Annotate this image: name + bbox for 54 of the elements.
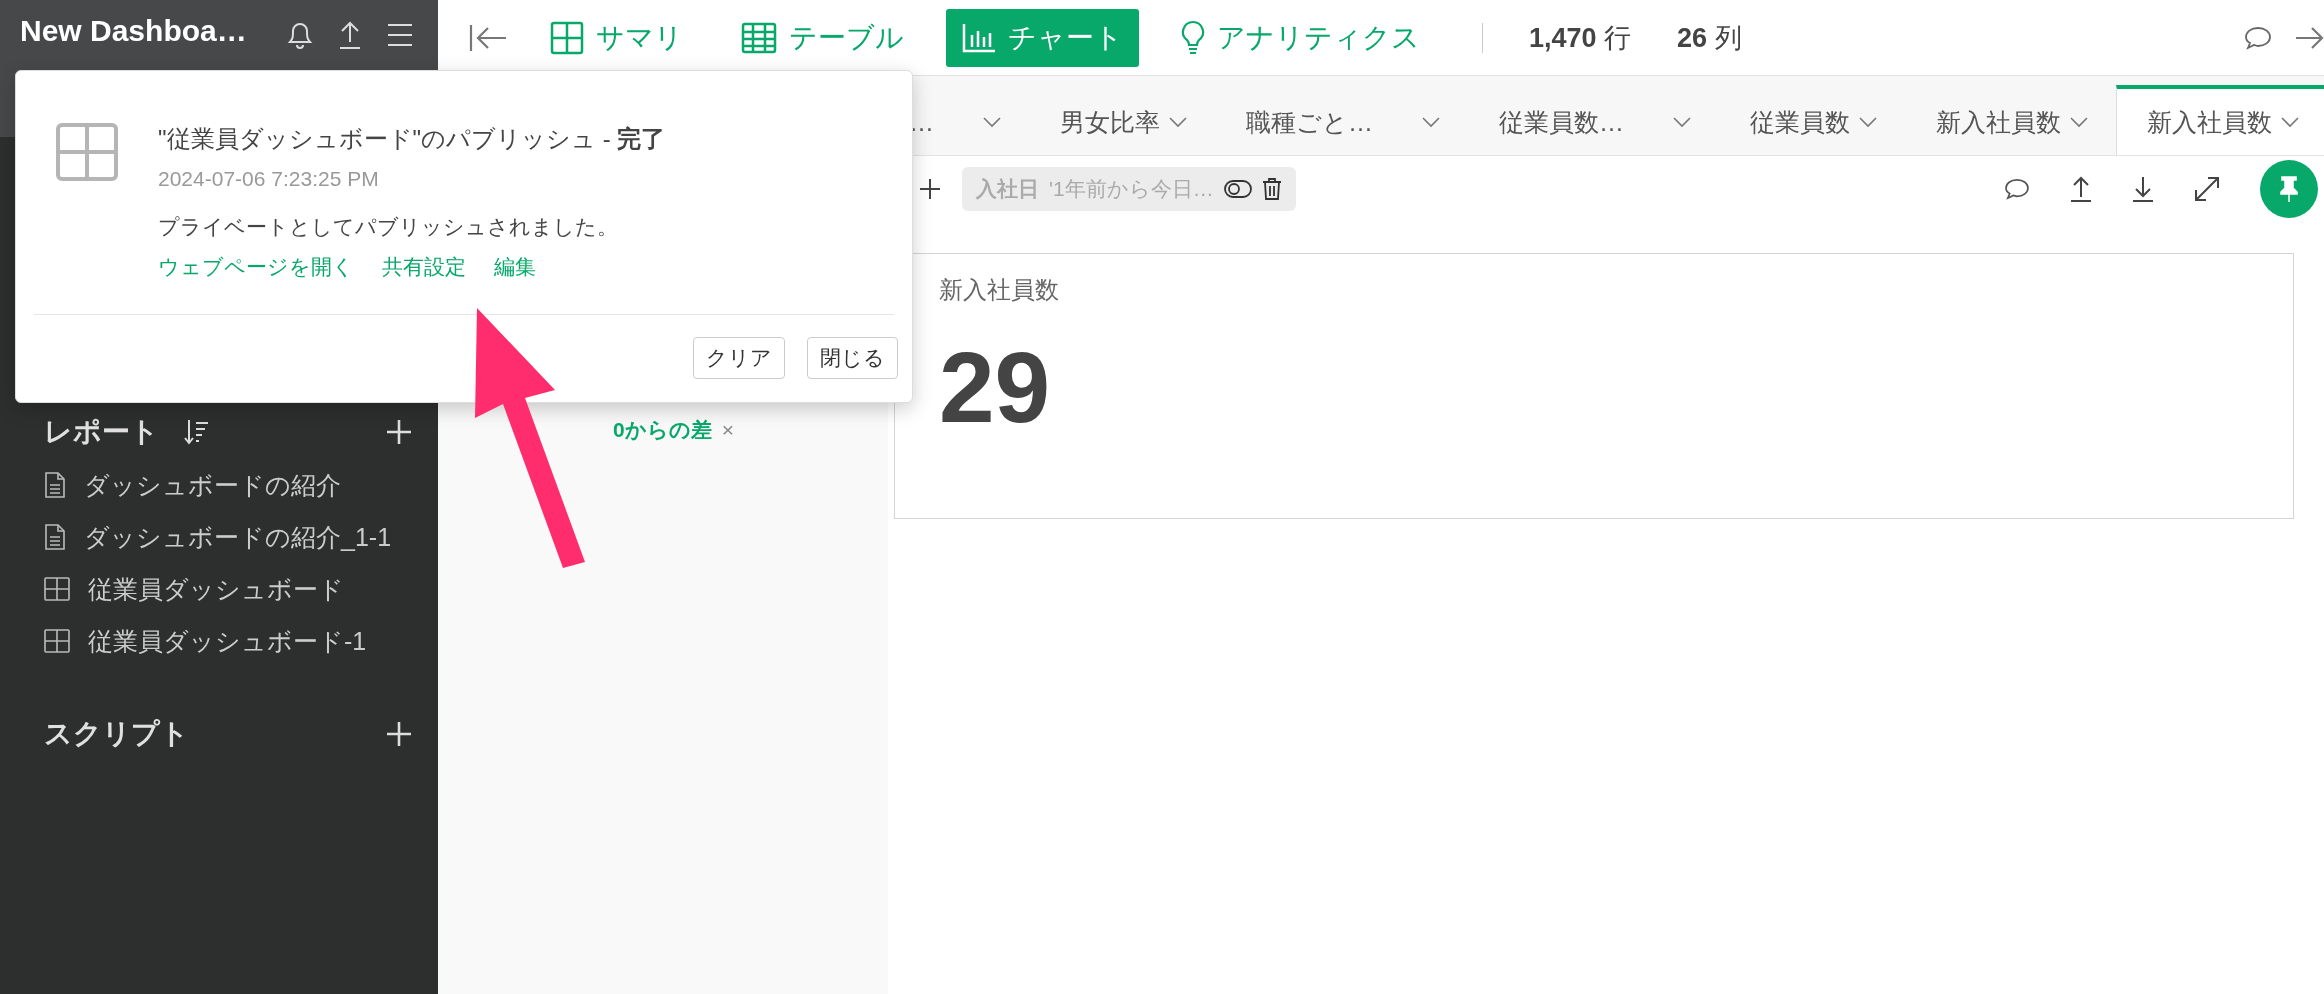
kpi-value: 29: [939, 330, 1052, 445]
notification-title: "従業員ダッシュボード"のパブリッシュ - 完了: [158, 124, 666, 154]
document-icon: [44, 471, 66, 499]
chevron-down-icon: [2069, 116, 2089, 128]
dialog-button[interactable]: 閉じる: [807, 337, 898, 379]
report-item[interactable]: 従業員ダッシュボード: [44, 563, 412, 615]
chart-tab[interactable]: 職種ごと…: [1215, 85, 1468, 155]
chevron-down-icon: [1421, 116, 1441, 128]
report-item[interactable]: ダッシュボードの紹介_1-1: [44, 511, 412, 563]
chart-tab[interactable]: 従業員数…: [1468, 85, 1719, 155]
section-title: レポート: [44, 415, 159, 449]
pin-icon: [2277, 174, 2301, 203]
chevron-down-icon: [1858, 116, 1878, 128]
grid-icon: [56, 123, 118, 181]
chart-tab[interactable]: 新入社員数: [1905, 85, 2116, 155]
plus-icon[interactable]: [918, 176, 942, 201]
card-title: 新入社員数: [939, 275, 1060, 305]
lightbulb-icon: [1181, 19, 1205, 56]
bar-chart-icon: [962, 22, 996, 53]
comment-icon[interactable]: [2244, 25, 2272, 50]
chart-tab[interactable]: 従業員数: [1719, 85, 1905, 155]
chevron-down-icon: [1168, 116, 1188, 128]
notification-message: プライベートとしてパブリッシュされました。: [158, 214, 619, 240]
chevron-down-icon: [1672, 116, 1692, 128]
report-item[interactable]: ダッシュボードの紹介: [44, 459, 412, 511]
section-title: スクリプト: [44, 717, 189, 751]
trash-icon[interactable]: [1261, 176, 1282, 201]
pin-button[interactable]: [2260, 159, 2318, 218]
comment-icon[interactable]: [2004, 177, 2030, 200]
download-icon[interactable]: [2132, 174, 2154, 203]
upload-icon[interactable]: [2070, 174, 2092, 203]
legend-note: 0からの差: [613, 417, 712, 443]
toggle-icon[interactable]: [1223, 179, 1252, 198]
bell-icon[interactable]: [286, 20, 314, 50]
column-count: 26 列: [1677, 21, 1742, 55]
grid-icon: [44, 577, 70, 601]
upload-icon[interactable]: [338, 20, 362, 50]
grid-icon: [550, 20, 584, 55]
timestamp: 2024-07-06 7:23:25 PM: [158, 167, 380, 191]
chevron-down-icon: [2280, 116, 2300, 128]
collapse-icon[interactable]: [468, 22, 508, 53]
expand-icon[interactable]: [2194, 175, 2220, 202]
menu-icon[interactable]: [386, 22, 414, 48]
table-icon: [741, 21, 777, 54]
chart-tab[interactable]: 新入社員数: [2116, 85, 2324, 155]
grid-icon: [44, 629, 70, 653]
chart-tab[interactable]: 男女比率: [1029, 85, 1215, 155]
row-count: 1,470 行: [1529, 21, 1632, 55]
report-item[interactable]: 従業員ダッシュボード-1: [44, 615, 412, 667]
dialog-button[interactable]: クリア: [693, 337, 785, 379]
sort-icon[interactable]: [183, 418, 211, 446]
document-icon: [44, 523, 66, 551]
dashboard-title: New Dashboa…: [20, 14, 247, 48]
chevron-down-icon: [982, 116, 1002, 128]
